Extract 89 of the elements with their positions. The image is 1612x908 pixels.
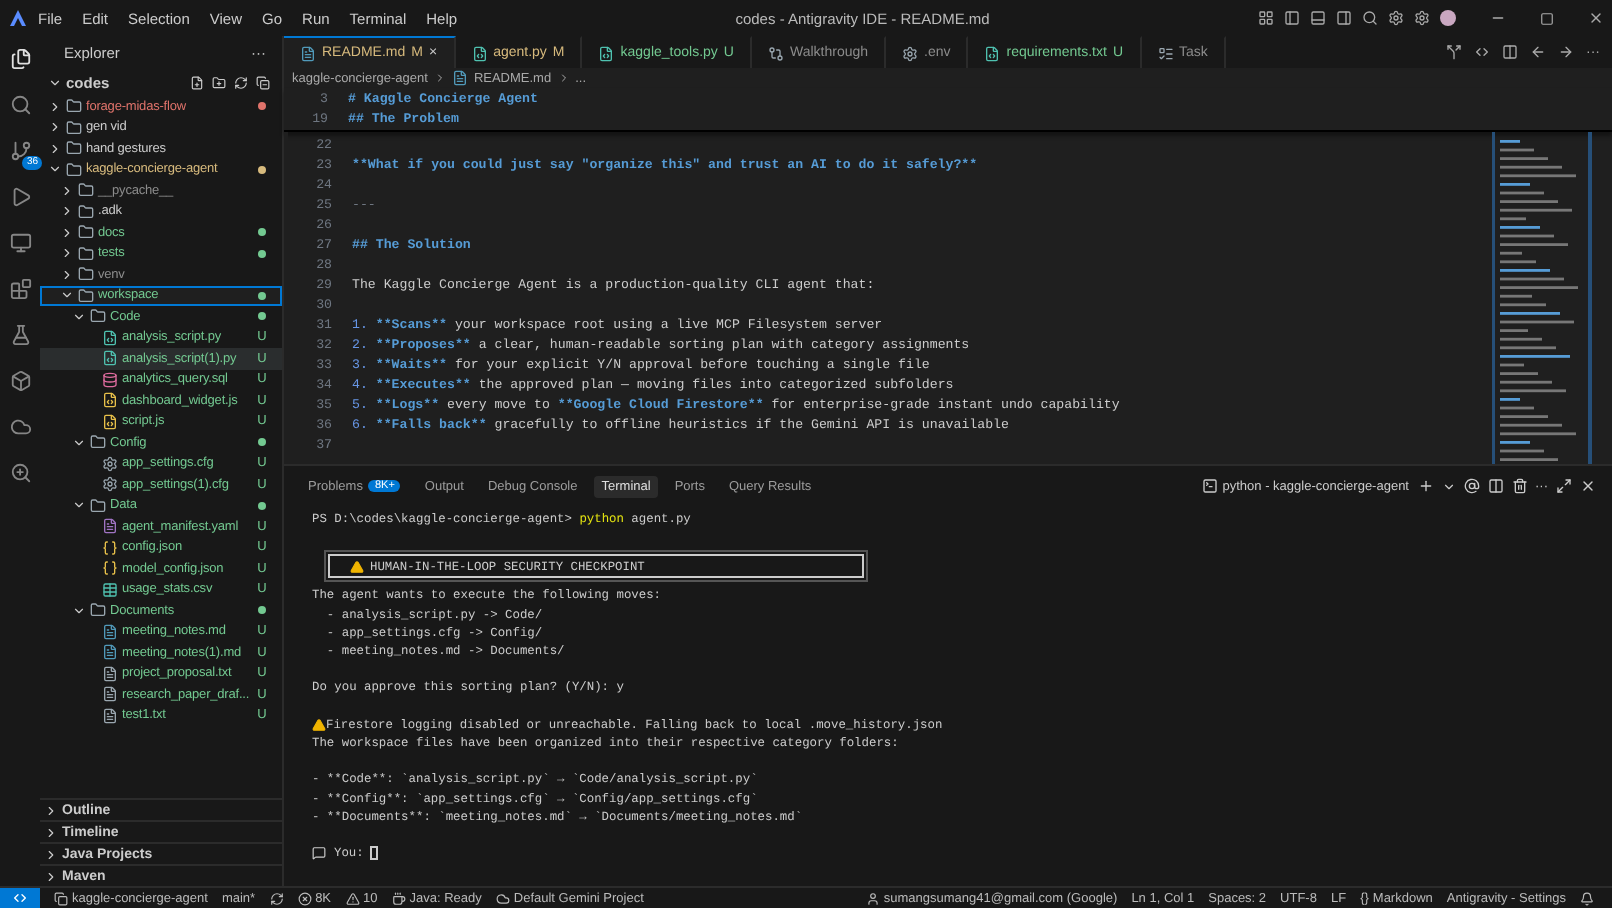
warning-icon	[345, 891, 360, 905]
new-folder-icon	[212, 76, 226, 90]
markdown-file-icon	[102, 623, 118, 640]
braces-icon	[102, 560, 118, 577]
chevron-down-icon	[72, 603, 86, 618]
folder-icon	[78, 287, 94, 304]
remote-icon	[12, 890, 28, 906]
chevron-down-icon	[48, 76, 62, 90]
columns-icon	[1502, 44, 1518, 60]
folder-icon	[90, 602, 106, 619]
yaml-file-icon	[102, 518, 118, 535]
table-icon	[102, 581, 118, 598]
maximize-icon	[1540, 11, 1554, 25]
chevron-right-icon	[433, 72, 446, 84]
terminal-icon	[1202, 478, 1219, 494]
blocks-icon[interactable]	[6, 274, 34, 302]
js-file-icon	[102, 413, 118, 430]
bell-icon	[1580, 891, 1594, 905]
chat-icon	[312, 846, 326, 861]
back-icon	[1530, 44, 1546, 60]
markdown-file-icon	[300, 45, 316, 61]
file-icon	[102, 665, 118, 682]
folder-icon	[66, 140, 82, 157]
gear-icon	[902, 45, 919, 61]
checklist-icon	[1157, 45, 1174, 61]
warning-icon	[312, 717, 326, 732]
logo-icon	[8, 8, 28, 28]
forward-icon	[1558, 44, 1574, 60]
folder-icon	[90, 434, 106, 451]
python-file-icon	[102, 350, 118, 367]
chevron-right-icon	[557, 72, 570, 84]
python-file-icon	[984, 45, 1001, 61]
panel-bottom-icon	[1310, 10, 1326, 26]
folder-icon	[78, 266, 94, 283]
panel-right-icon	[1336, 10, 1352, 26]
panel-left-icon	[1284, 10, 1300, 26]
cursor	[369, 846, 378, 861]
folder-icon	[66, 98, 82, 115]
zoom-icon[interactable]	[6, 458, 34, 486]
folder-icon	[66, 119, 82, 136]
error-icon	[297, 891, 312, 905]
folder-icon	[78, 203, 94, 220]
chevron-down-icon	[72, 498, 86, 513]
gear-icon	[102, 455, 118, 472]
chevron-down-icon	[72, 435, 86, 450]
chevron-down-icon	[48, 162, 62, 177]
avatar-icon	[1440, 10, 1456, 26]
maximize-icon	[1556, 478, 1572, 494]
settings-icon	[1414, 10, 1430, 26]
markdown-file-icon	[102, 644, 118, 661]
search-icon[interactable]	[6, 90, 34, 118]
plus-icon	[1417, 478, 1433, 494]
folder-icon	[78, 245, 94, 262]
monitor-icon[interactable]	[6, 228, 34, 256]
at-icon	[1463, 478, 1479, 494]
collapse-icon	[256, 76, 270, 90]
cloud-icon	[495, 891, 510, 905]
cup-icon	[391, 891, 406, 905]
sync-icon	[269, 891, 284, 905]
refresh-icon	[234, 76, 248, 90]
folder-icon	[78, 224, 94, 241]
folder-icon	[78, 182, 94, 199]
remote-button[interactable]	[0, 887, 40, 908]
files-icon[interactable]	[6, 44, 34, 72]
folder-icon	[90, 308, 106, 325]
account-icon	[865, 891, 880, 905]
python-file-icon	[598, 45, 615, 61]
js-file-icon	[102, 392, 118, 409]
gear-icon	[102, 476, 118, 493]
trash-icon	[1511, 478, 1527, 494]
new-file-icon	[190, 76, 204, 90]
folder-icon	[66, 161, 82, 178]
python-file-icon	[471, 45, 488, 61]
settings-icon	[1388, 10, 1404, 26]
close-icon	[1588, 10, 1604, 26]
folder-icon	[90, 497, 106, 514]
search-icon	[1362, 10, 1378, 26]
layout-icon	[1258, 10, 1274, 26]
cube-icon[interactable]	[6, 366, 34, 394]
database-icon	[102, 371, 118, 388]
repo-icon	[54, 891, 68, 905]
close-icon	[1580, 478, 1596, 494]
braces-icon	[102, 539, 118, 556]
file-icon	[102, 707, 118, 724]
python-file-icon	[102, 329, 118, 346]
file-icon	[102, 686, 118, 703]
markdown-file-icon	[451, 70, 468, 86]
warning-icon	[350, 559, 364, 574]
chevron-down-icon	[1441, 479, 1455, 493]
